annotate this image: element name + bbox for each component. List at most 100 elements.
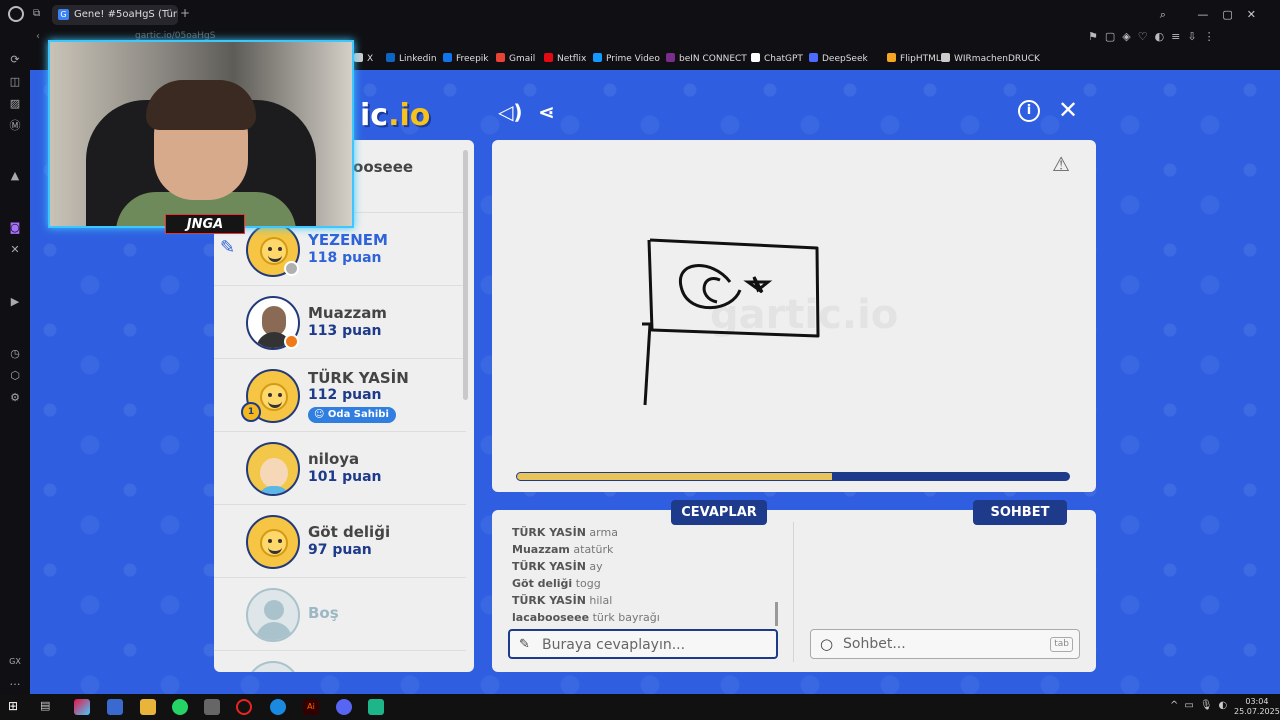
answer-text: togg xyxy=(575,577,601,590)
answer-text: atatürk xyxy=(573,543,614,556)
answer-text: hilal xyxy=(589,594,613,607)
windows-taskbar: ⊞ ▤ Ai ^▭🎙◐ 03:04 25.07.2025 xyxy=(0,694,1280,720)
player-row[interactable]: Muazzam 113 puan xyxy=(214,286,466,359)
star-shape xyxy=(743,276,773,294)
browser-tab[interactable]: G Gene! #5oaHgS (Türkçe) xyxy=(52,5,178,25)
bookmark-label: WIRmachenDRUCK xyxy=(954,54,1040,64)
girl-avatar xyxy=(246,442,300,496)
empty-avatar xyxy=(246,588,300,642)
sound-icon[interactable]: ◁) xyxy=(498,100,523,124)
bookmark-netflix[interactable]: Netflix xyxy=(544,53,586,64)
player-row[interactable]: Boş xyxy=(214,578,466,651)
opera-gx-icon[interactable] xyxy=(236,699,252,715)
settings-icon[interactable]: ⚙ xyxy=(9,392,21,404)
bookmark-label: Freepik xyxy=(456,54,489,64)
app-icon[interactable] xyxy=(107,699,123,715)
window-controls[interactable]: ⌕ —▢✕ xyxy=(1160,8,1270,22)
gallery-icon[interactable]: ▨ xyxy=(9,98,21,110)
answer-author: TÜRK YASİN xyxy=(512,594,586,607)
bookmark-wirmachendruck[interactable]: WIRmachenDRUCK xyxy=(941,53,1040,64)
system-tray-icons[interactable]: ^▭🎙◐ xyxy=(1170,700,1233,711)
player-name: Göt deliği xyxy=(308,523,391,541)
share-icon[interactable]: ⋖ xyxy=(538,100,555,124)
extensions-icon[interactable]: ⬡ xyxy=(9,370,21,382)
aria-icon[interactable]: ▲ xyxy=(9,170,21,182)
x-icon[interactable]: ✕ xyxy=(9,244,21,256)
pencil-icon: ✎ xyxy=(519,637,530,652)
history-icon[interactable]: ◷ xyxy=(9,348,21,360)
clock-date: 25.07.2025 xyxy=(1234,707,1280,716)
tab-islands-icon[interactable]: ⧉ xyxy=(33,8,40,19)
player-row[interactable]: Göt deliği 97 puan xyxy=(214,505,466,578)
answers-chat-panel: CEVAPLAR SOHBET TÜRK YASİN arma Muazzam a… xyxy=(492,500,1096,672)
info-icon[interactable]: i xyxy=(1018,100,1040,122)
bookmark-linkedin[interactable]: Linkedin xyxy=(386,53,437,64)
chat-input[interactable]: ○ Sohbet... tab xyxy=(810,629,1080,659)
answer-input[interactable]: ✎ Buraya cevaplayın... xyxy=(508,629,778,659)
answers-scrollbar[interactable] xyxy=(775,602,778,626)
bookmark-fliphtml5[interactable]: FlipHTML5 xyxy=(887,53,947,64)
gx-icon[interactable]: GX xyxy=(9,656,21,668)
twitch-icon[interactable]: ◙ xyxy=(9,222,21,234)
more-icon[interactable]: … xyxy=(9,676,21,688)
chat-bubble-icon: ○ xyxy=(820,635,834,653)
bookmark-bein-connect[interactable]: beIN CONNECT xyxy=(666,53,747,64)
drawing-canvas: gartic.io xyxy=(642,238,898,406)
app-icon[interactable] xyxy=(368,699,384,715)
answer-author: Muazzam xyxy=(512,543,570,556)
wallet-icon[interactable]: ◫ xyxy=(9,76,21,88)
netflix-icon xyxy=(544,53,553,62)
file-explorer-icon[interactable] xyxy=(140,699,156,715)
extension-icons[interactable]: ⚑▢◈♡◐≡⇩⋮ xyxy=(1088,30,1222,43)
owner-icon: ☺ xyxy=(314,409,328,420)
answers-tab[interactable]: CEVAPLAR xyxy=(671,500,767,525)
task-view-icon[interactable]: ▤ xyxy=(40,699,56,715)
start-icon[interactable]: ⊞ xyxy=(8,699,24,715)
m-icon[interactable]: Ⓜ xyxy=(9,120,21,132)
drawing-board[interactable]: ⚠ gartic.io xyxy=(492,140,1096,492)
player-name: niloya xyxy=(308,450,360,468)
watermark-logo: gartic.io xyxy=(710,292,898,338)
edge-icon[interactable] xyxy=(270,699,286,715)
bookmark-prime-video[interactable]: Prime Video xyxy=(593,53,660,64)
bookmark-freepik[interactable]: Freepik xyxy=(443,53,489,64)
chat-tab[interactable]: SOHBET xyxy=(973,500,1067,525)
whatsapp-icon[interactable] xyxy=(172,699,188,715)
players-scrollbar[interactable] xyxy=(463,150,468,400)
close-icon[interactable]: ✕ xyxy=(1058,96,1078,124)
bookmark-chatgpt[interactable]: ChatGPT xyxy=(751,53,803,64)
back-icon[interactable]: ‹ xyxy=(36,31,40,42)
bookmark-label: Gmail xyxy=(509,54,536,64)
player-row[interactable]: 1 TÜRK YASİN 112 puan ☺ Oda Sahibi xyxy=(214,359,466,432)
player-icon[interactable]: ▶ xyxy=(9,296,21,308)
player-score: 118 puan xyxy=(308,250,382,266)
answer-author: lacabooseee xyxy=(512,611,590,624)
player-row xyxy=(214,651,466,672)
bookmark-label: beIN CONNECT xyxy=(679,54,747,64)
copilot-icon[interactable] xyxy=(74,699,90,715)
app-icon[interactable] xyxy=(204,699,220,715)
clock[interactable]: 03:04 25.07.2025 xyxy=(1234,697,1280,717)
bookmark-deepseek[interactable]: DeepSeek xyxy=(809,53,868,64)
bookmark-label: X xyxy=(367,54,374,64)
chat-placeholder: Sohbet... xyxy=(843,636,906,652)
refresh-icon[interactable]: ⟳ xyxy=(9,54,21,66)
answer-text: ay xyxy=(589,560,603,573)
answer-item: TÜRK YASİN arma xyxy=(512,524,782,541)
smiley-avatar xyxy=(246,515,300,569)
player-row[interactable]: niloya 101 puan xyxy=(214,432,466,505)
bookmark-label: Linkedin xyxy=(399,54,437,64)
player-score: 101 puan xyxy=(308,469,382,485)
bookmark-gmail[interactable]: Gmail xyxy=(496,53,535,64)
bookmark-x[interactable]: X xyxy=(354,53,373,64)
bookmark-label: ChatGPT xyxy=(764,54,803,64)
opera-menu-icon[interactable] xyxy=(8,6,24,22)
discord-icon[interactable] xyxy=(336,699,352,715)
illustrator-icon[interactable]: Ai xyxy=(303,699,319,715)
freepik-icon xyxy=(443,53,452,62)
gartic-logo: ic.io xyxy=(360,98,431,133)
opera-sidebar: ⟳ ◫ ▨ Ⓜ ▲ ◙ ✕ ▶ ◷ ⬡ ⚙ GX … xyxy=(0,30,30,694)
streamer-logo: JNGA xyxy=(165,214,245,234)
new-tab-button[interactable]: + xyxy=(180,6,190,20)
webcam-overlay xyxy=(48,40,354,228)
